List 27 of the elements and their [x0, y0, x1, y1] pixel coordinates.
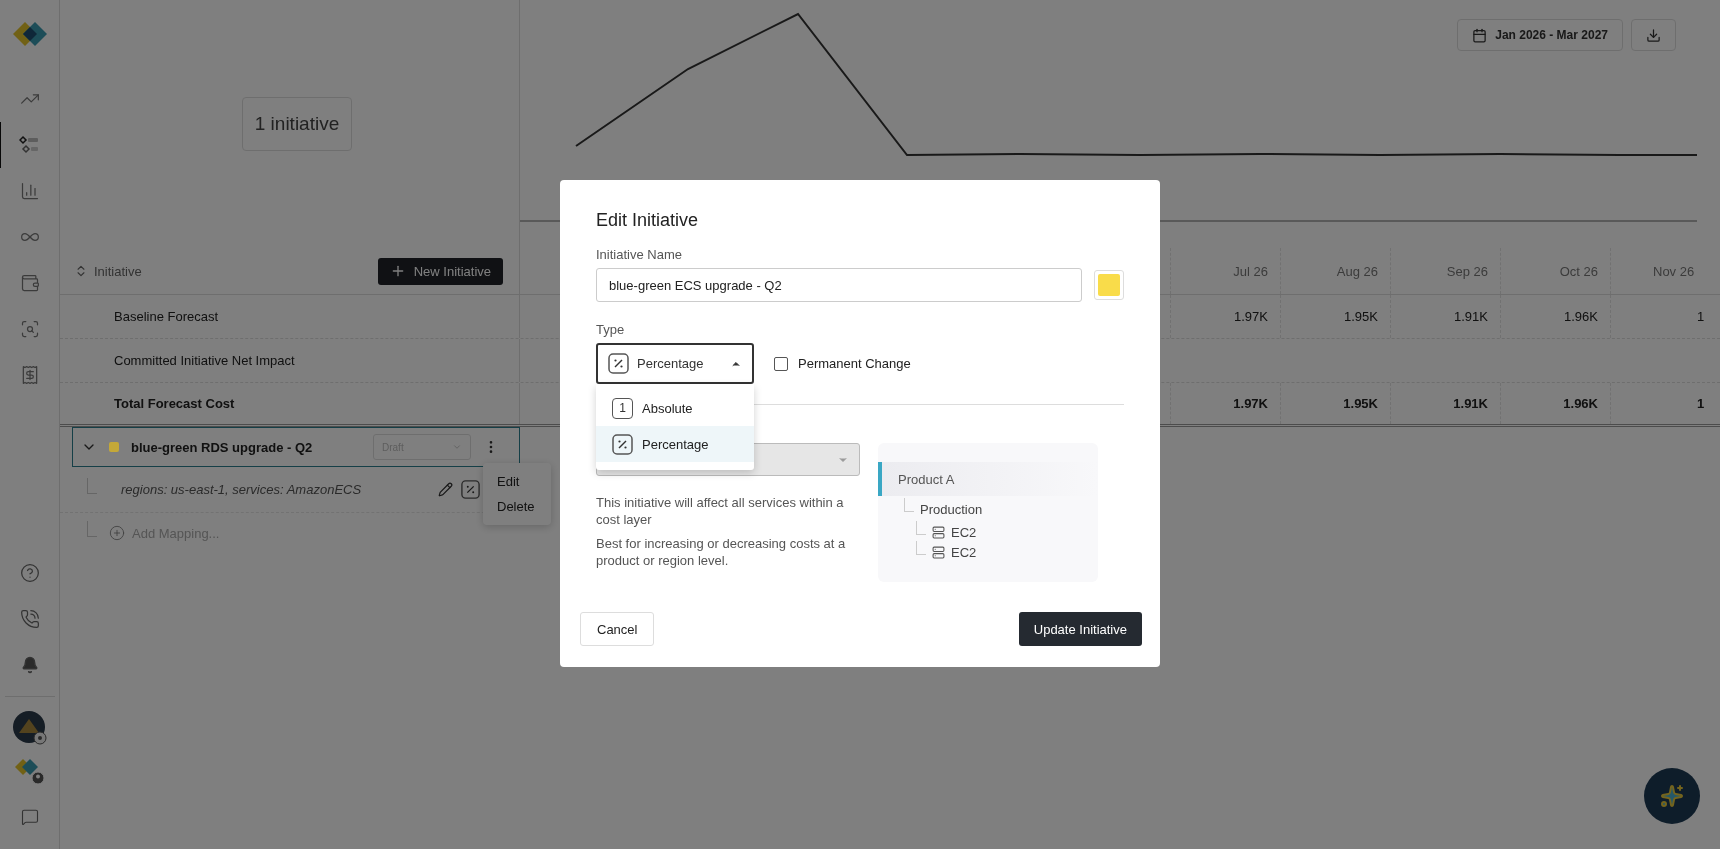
table-cell: 1.91K — [1390, 295, 1500, 338]
description-text: This initiative will affect all services within a cost layer — [596, 494, 845, 528]
table-cell: 1.97K — [1170, 383, 1280, 424]
table-cell: 1.91K — [1390, 383, 1500, 424]
table-cell: 1.96K — [1500, 295, 1610, 338]
initiative-count: 1 initiative — [242, 97, 352, 151]
column-header: Oct 26 — [1500, 248, 1610, 294]
row-label: Baseline Forecast — [114, 309, 219, 324]
number-icon: 1 — [612, 397, 633, 419]
field-label: Initiative Name — [596, 247, 683, 262]
table-cell: 1.95K — [1280, 295, 1390, 338]
initiative-name: blue-green RDS upgrade - Q2 — [131, 439, 313, 455]
table-cell: 1 — [1610, 383, 1720, 424]
table-cell: 1 — [1610, 295, 1720, 338]
row-label: Total Forecast Cost — [114, 396, 235, 411]
row-label: Committed Initiative Net Impact — [114, 353, 295, 368]
column-header: Aug 26 — [1280, 248, 1390, 294]
column-header: Nov 26 — [1610, 248, 1720, 294]
table-cell: 1.95K — [1280, 383, 1390, 424]
column-header: Sep 26 — [1390, 248, 1500, 294]
description-text: Best for increasing or decreasing costs at a product or region level. — [596, 535, 847, 569]
dialog-title: Edit Initiative — [596, 210, 700, 231]
table-cell: 1.97K — [1170, 295, 1280, 338]
mapping-text: regions: us-east-1, services: AmazonECS — [121, 482, 362, 497]
column-header: Jul 26 — [1170, 248, 1280, 294]
table-cell: 1.96K — [1500, 383, 1610, 424]
field-label: Type — [596, 322, 626, 337]
